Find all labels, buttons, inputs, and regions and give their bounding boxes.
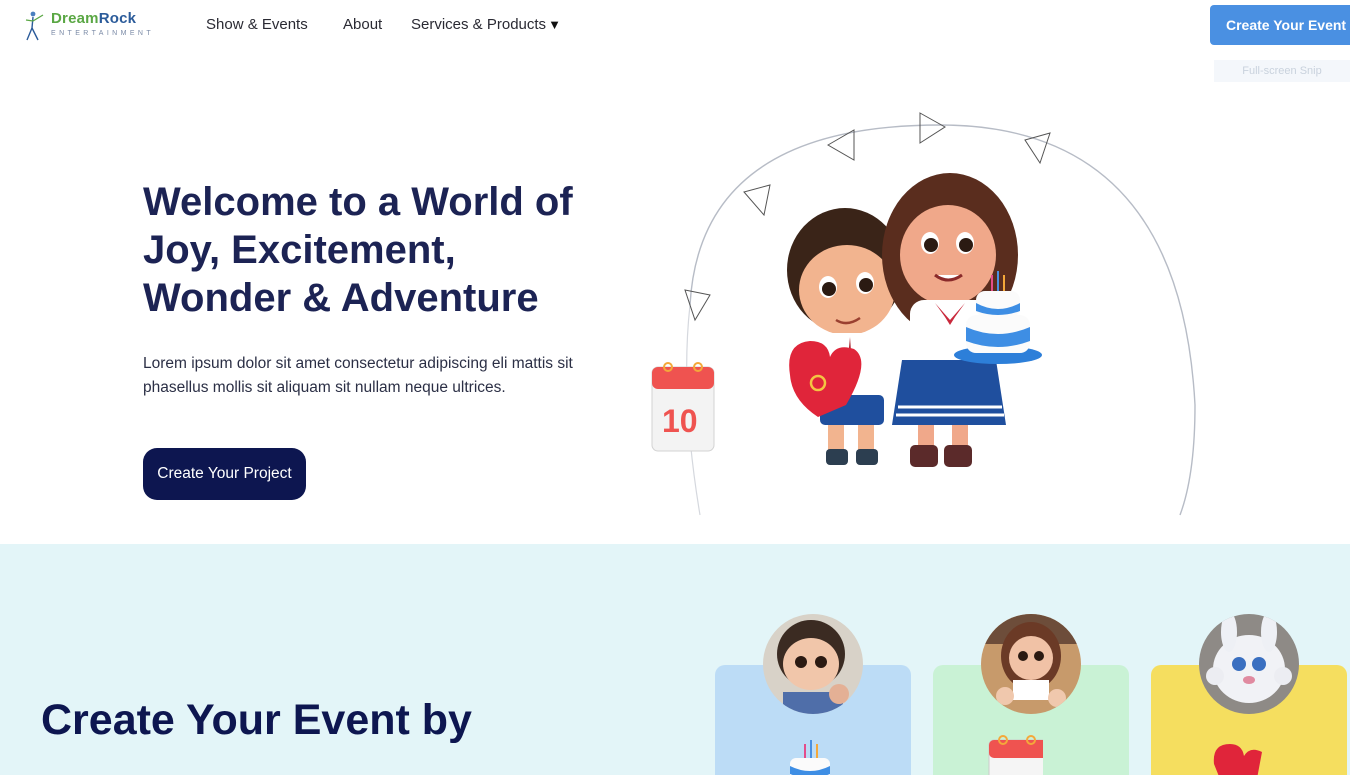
- hero-description: Lorem ipsum dolor sit amet consectetur a…: [143, 355, 573, 396]
- caret-down-icon: ▼: [548, 17, 561, 32]
- create-project-button[interactable]: Create Your Project: [143, 448, 306, 500]
- mascot-girl-avatar: [981, 614, 1081, 714]
- logo-tagline: ENTERTAINMENT: [51, 30, 155, 37]
- create-event-button[interactable]: Create Your Event: [1210, 5, 1350, 45]
- mascot-boy-avatar: [763, 614, 863, 714]
- nav-link-show-events[interactable]: Show & Events: [206, 16, 308, 33]
- hero-title: Welcome to a World of Joy, Excitement, W…: [143, 180, 573, 320]
- top-navbar: DreamRock ENTERTAINMENT Show & Events Ab…: [0, 0, 1350, 52]
- logo-wordmark: DreamRock: [51, 10, 137, 27]
- calendar-icon: [988, 735, 1043, 775]
- brand-logo[interactable]: DreamRock ENTERTAINMENT: [24, 8, 164, 44]
- snip-tooltip: Full-screen Snip: [1214, 60, 1350, 82]
- section-title: Create Your Event by: [41, 696, 472, 744]
- birthday-cake-icon: [790, 740, 830, 775]
- nav-link-services-products[interactable]: Services & Products ▼: [411, 16, 561, 33]
- dancer-logo-icon: [25, 11, 44, 41]
- svg-text:10: 10: [662, 403, 698, 439]
- nav-link-about[interactable]: About: [343, 16, 382, 33]
- calendar-icon: 10: [651, 362, 715, 452]
- create-event-section: Create Your Event by: [0, 544, 1350, 775]
- nav-link-services-label: Services & Products: [411, 16, 547, 33]
- hero-illustration: 10: [651, 112, 1196, 516]
- mascot-bunny-avatar: [1199, 614, 1299, 714]
- gift-box-icon: [1213, 744, 1262, 775]
